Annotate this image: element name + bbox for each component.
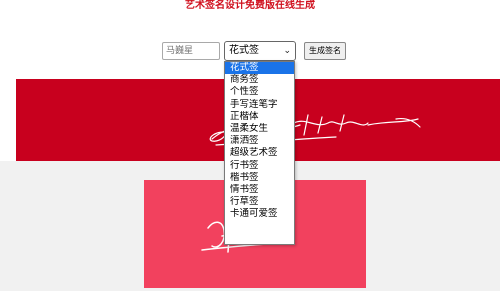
chevron-down-icon: ⌄ [283,46,291,56]
generate-button[interactable]: 生成签名 [304,42,346,60]
dropdown-option[interactable]: 潇洒签 [225,135,294,147]
dropdown-option[interactable]: 温柔女生 [225,123,294,135]
dropdown-option[interactable]: 楷书签 [225,172,294,184]
dropdown-option[interactable]: 行草签 [225,196,294,208]
dropdown-option[interactable]: 情书签 [225,184,294,196]
style-select[interactable]: 花式签 ⌄ [224,41,296,61]
dropdown-option[interactable]: 手写连笔字 [225,99,294,111]
page-title: 艺术签名设计免费版在线生成 [185,0,315,11]
dropdown-option[interactable]: 正楷体 [225,111,294,123]
style-select-value: 花式签 [229,45,259,56]
name-input[interactable] [162,42,220,60]
dropdown-option[interactable]: 卡通可爱签 [225,208,294,220]
dropdown-option[interactable]: 超级艺术签 [225,147,294,159]
dropdown-option[interactable]: 个性签 [225,86,294,98]
dropdown-option[interactable]: 花式签 [225,62,294,75]
style-dropdown-list[interactable]: 花式签 商务签 个性签 手写连笔字 正楷体 温柔女生 潇洒签 超级艺术签 行书签… [224,61,295,245]
dropdown-option[interactable]: 商务签 [225,74,294,86]
dropdown-option[interactable]: 行书签 [225,160,294,172]
